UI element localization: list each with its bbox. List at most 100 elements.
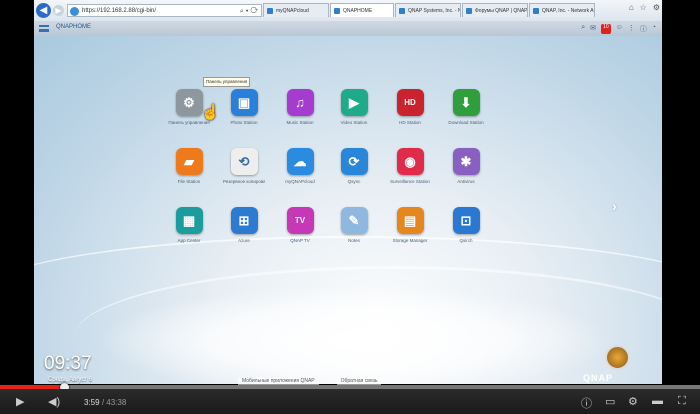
app-center-icon: ▦	[175, 207, 203, 234]
video-frame: ◀ ▶ https://192.168.2.88/cgi-bin/ ⌕ ▾ ⟳ …	[0, 0, 700, 414]
app-glyph: ⚙	[183, 94, 195, 110]
notes-icon: ✎	[340, 207, 368, 234]
folder-icon: ▰	[175, 148, 203, 175]
tab-label: QNAPHOME	[343, 8, 373, 14]
storage-icon: ▤	[396, 207, 424, 234]
forward-arrow-icon[interactable]: ▶	[53, 5, 64, 16]
subtitles-icon[interactable]: ▭	[605, 395, 615, 408]
app-label: Photo Station	[230, 120, 258, 125]
search-app-icon: ⊡	[452, 207, 480, 234]
download-icon: ⬇	[452, 89, 480, 116]
app-glyph: ♫	[295, 95, 305, 110]
app-launcher[interactable]: ✎ Notes	[333, 207, 375, 244]
app-launcher[interactable]: ⟳ Qsync	[333, 148, 375, 185]
overlay-date: Среда, Август 6	[48, 377, 93, 383]
app-glyph: ◉	[404, 153, 416, 169]
feedback-link[interactable]: Обратная связь	[336, 378, 382, 385]
app-launcher[interactable]: ☁ myQNAPcloud	[279, 148, 321, 185]
ie-icon	[70, 7, 79, 16]
bottom-dock: Мобильные приложения QNAP Обратная связь	[238, 378, 382, 385]
app-launcher[interactable]: ⊡ Qsirch	[445, 207, 487, 244]
app-launcher[interactable]: TV QNAP TV	[279, 207, 321, 244]
app-launcher[interactable]: HD HD Station	[389, 89, 431, 126]
app-label: Antivirus	[457, 179, 475, 184]
app-glyph: ▰	[184, 153, 194, 169]
more-options-icon[interactable]: ⋮	[628, 24, 635, 34]
app-glyph: ⊞	[238, 212, 250, 228]
dashboard-icon[interactable]: ◔	[652, 24, 656, 34]
time-separator: /	[101, 398, 105, 407]
home-icon[interactable]: ⌂	[629, 3, 634, 12]
app-glyph: ⬇	[460, 94, 472, 110]
cloud-icon: ☁	[286, 148, 314, 175]
app-label: File Station	[177, 179, 201, 184]
next-page-arrow-icon[interactable]: ›	[612, 198, 617, 214]
tab-favicon-icon	[466, 8, 472, 14]
info-icon[interactable]: ⓘ	[640, 24, 647, 34]
app-launcher[interactable]: ⬇ Download Station	[445, 89, 487, 126]
sync-icon: ⟳	[340, 148, 368, 175]
tab-strip: myQNAPcloud QNAPHOME QNAP Systems, Inc. - …	[263, 3, 596, 19]
info-icon[interactable]: ⓘ	[581, 395, 592, 411]
hamburger-menu-icon[interactable]	[39, 25, 49, 32]
app-launcher[interactable]: ▰ File Station	[168, 148, 210, 185]
dashboard-widget-icon[interactable]	[605, 345, 630, 370]
user-icon[interactable]: ☺	[616, 24, 623, 34]
page-dot[interactable]	[343, 364, 346, 367]
gear-icon[interactable]: ⚙	[653, 3, 660, 12]
app-launcher[interactable]: ⟲ Резервное копирование	[223, 148, 265, 185]
app-glyph: ⟲	[238, 153, 250, 169]
app-glyph: ⟳	[348, 153, 360, 169]
tab-label: Форумы QNAP | QNAP	[475, 8, 528, 14]
app-glyph: ⊡	[460, 212, 472, 228]
fullscreen-icon[interactable]: ⛶	[678, 395, 686, 408]
theater-mode-icon[interactable]: ▬	[652, 395, 663, 407]
volume-icon[interactable]: ◀)	[48, 395, 60, 408]
app-launcher[interactable]: ✱ Antivirus	[445, 148, 487, 185]
app-label: Notes	[348, 238, 360, 243]
app-label: Storage Manager	[392, 238, 428, 243]
star-icon[interactable]: ☆	[640, 3, 647, 12]
app-launcher[interactable]: ▶ Video Station	[333, 89, 375, 126]
app-glyph: ▶	[349, 94, 359, 110]
film-icon: ▶	[340, 89, 368, 116]
app-label: HD Station	[399, 120, 421, 125]
app-launcher[interactable]: ▤ Storage Manager	[389, 207, 431, 244]
browser-window: ◀ ▶ https://192.168.2.88/cgi-bin/ ⌕ ▾ ⟳ …	[34, 0, 662, 384]
qnap-desktop: ⚙ Панель управления ▣ Photo Station ♫ Music S…	[34, 36, 662, 384]
qnap-logo: QNAP	[583, 373, 614, 383]
app-launcher[interactable]: ⊞ Azure	[223, 207, 265, 244]
app-glyph: ▣	[237, 94, 251, 110]
browser-tab[interactable]: QNAPHOME	[330, 3, 394, 17]
app-label: Qsirch	[459, 238, 473, 243]
app-launcher[interactable]: ♫ Music Station	[279, 89, 321, 126]
browser-tab[interactable]: Форумы QNAP | QNAP	[462, 3, 528, 17]
app-label: Qsync	[347, 179, 361, 184]
app-glyph: HD	[404, 98, 416, 107]
qnap-title: QNAPHOME	[56, 24, 92, 30]
mobile-apps-link[interactable]: Мобильные приложения QNAP	[238, 378, 319, 385]
app-label: Video Station	[340, 120, 368, 125]
address-bar[interactable]: https://192.168.2.88/cgi-bin/ ⌕ ▾ ⟳	[67, 4, 262, 17]
overlay-clock: 09:37	[44, 353, 92, 374]
qnap-top-bar: QNAPHOME ⌕ ✉ 10 ☺ ⋮ ⓘ ◔	[34, 21, 662, 37]
tab-favicon-icon	[334, 8, 340, 14]
browser-tab[interactable]: QNAP Systems, Inc. - Network	[395, 3, 461, 17]
search-icon[interactable]: ⌕ ▾ ⟳	[240, 5, 258, 18]
browser-tab[interactable]: QNAP, Inc. - Network Attache...	[529, 3, 595, 17]
notification-icon[interactable]: ✉	[590, 24, 596, 34]
search-icon[interactable]: ⌕	[581, 24, 585, 34]
backup-icon: ⟲	[230, 148, 258, 175]
app-label: App Center	[177, 238, 201, 243]
page-dot[interactable]	[352, 364, 355, 367]
app-launcher[interactable]: ◉ Surveillance Station	[389, 148, 431, 185]
page-dot[interactable]	[361, 364, 364, 367]
browser-tab[interactable]: myQNAPcloud	[263, 3, 329, 17]
play-icon[interactable]: ▶	[16, 395, 24, 408]
app-launcher[interactable]: ▣ Photo Station	[223, 89, 265, 126]
app-launcher[interactable]: ▦ App Center	[168, 207, 210, 244]
hd-station-icon: HD	[396, 89, 424, 116]
tab-favicon-icon	[533, 8, 539, 14]
back-arrow-icon[interactable]: ◀	[36, 3, 51, 18]
settings-icon[interactable]: ⚙	[628, 395, 638, 408]
